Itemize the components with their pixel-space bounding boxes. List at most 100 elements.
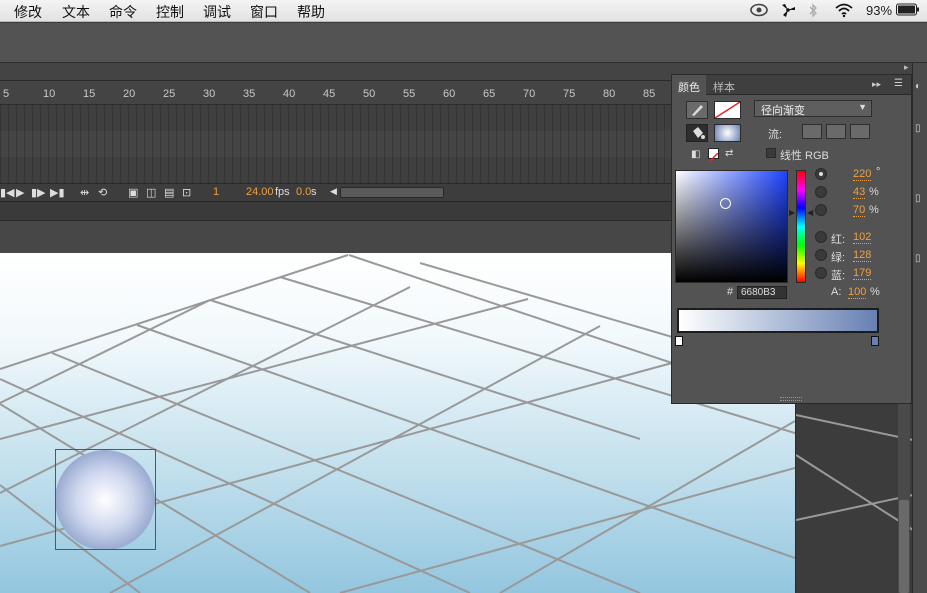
pasteboard-grid — [796, 414, 913, 531]
menu-help[interactable]: 帮助 — [297, 2, 325, 22]
hex-input[interactable]: 6680B3 — [737, 286, 787, 299]
fps-value[interactable]: 24.00 — [246, 186, 274, 198]
grid-line — [0, 254, 349, 370]
tab-color[interactable]: 颜色 — [672, 75, 706, 95]
center-frame-icon[interactable]: ⇹ — [80, 186, 89, 199]
time-unit: s — [311, 186, 317, 198]
grid-line — [796, 454, 913, 531]
scroll-left-icon[interactable]: ◀ — [330, 186, 337, 197]
pencil-icon[interactable] — [686, 101, 708, 119]
grid-line — [796, 414, 913, 441]
menu-window[interactable]: 窗口 — [250, 2, 278, 22]
tab-swatches[interactable]: 样本 — [707, 75, 741, 95]
frame-number: 55 — [403, 88, 416, 100]
color-field[interactable] — [675, 170, 788, 283]
menu-text[interactable]: 文本 — [62, 2, 90, 22]
wifi-icon[interactable] — [834, 3, 854, 21]
menu-debug[interactable]: 调试 — [203, 2, 231, 22]
panel-menu-icon[interactable]: ▸ — [904, 62, 909, 73]
flow-repeat-button[interactable] — [850, 124, 870, 139]
panel-icon[interactable]: ▯ — [915, 253, 921, 264]
loop-icon[interactable]: ⟲ — [98, 186, 107, 199]
menu-modify[interactable]: 修改 — [14, 2, 42, 22]
red-radio[interactable] — [815, 231, 827, 243]
frame-number: 15 — [83, 88, 96, 100]
alpha-value[interactable]: 100 — [848, 286, 867, 299]
green-value[interactable]: 128 — [853, 249, 872, 262]
panel-resize-grip[interactable] — [780, 397, 802, 401]
saturation-radio[interactable] — [815, 186, 827, 198]
green-radio[interactable] — [815, 249, 827, 261]
fill-color-swatch[interactable] — [714, 124, 741, 142]
gradient-stop-end[interactable] — [871, 336, 879, 346]
grid-line — [339, 467, 795, 593]
brightness-unit: % — [869, 204, 879, 216]
blue-radio[interactable] — [815, 267, 827, 279]
menu-commands[interactable]: 命令 — [109, 2, 137, 22]
first-frame-icon[interactable]: ▮◀ — [0, 186, 15, 199]
gradient-bar[interactable] — [677, 308, 879, 333]
frame-number: 30 — [203, 88, 216, 100]
timeline-scrollbar[interactable] — [340, 187, 444, 198]
onion-outline-icon[interactable]: ◫ — [146, 186, 156, 199]
flow-reflect-button[interactable] — [826, 124, 846, 139]
no-color-icon[interactable] — [708, 148, 719, 163]
timeline-frames[interactable] — [0, 105, 671, 183]
swap-colors-icon[interactable]: ⇄ — [725, 148, 733, 159]
pasteboard-right — [795, 400, 913, 593]
paint-bucket-icon[interactable] — [686, 124, 708, 142]
linear-rgb-checkbox[interactable] — [766, 148, 776, 158]
panel-icon[interactable]: ◐ — [915, 81, 921, 92]
default-colors-icon[interactable]: ◧ — [691, 149, 700, 160]
panel-icon[interactable]: ▯ — [915, 123, 921, 134]
hue-value[interactable]: 220 — [853, 168, 872, 181]
grid-line — [109, 325, 601, 593]
stroke-color-swatch[interactable] — [714, 101, 741, 119]
frame-ruler[interactable]: 5 10 15 20 25 30 35 40 45 50 55 60 65 70 75 80 85 — [0, 81, 671, 105]
blue-value[interactable]: 179 — [853, 267, 872, 280]
bluetooth-icon[interactable] — [808, 3, 818, 21]
collapse-icon[interactable]: ▸▸ — [872, 79, 881, 90]
hue-slider[interactable] — [796, 170, 806, 283]
red-value[interactable]: 102 — [853, 231, 872, 244]
onion-skin-icon[interactable]: ▣ — [128, 186, 138, 199]
fill-type-select[interactable]: 径向渐变 ▼ — [754, 100, 872, 117]
creative-cloud-icon[interactable] — [750, 3, 768, 20]
gradient-stop-start[interactable] — [675, 336, 683, 346]
step-forward-icon[interactable]: ▮▶ — [31, 186, 46, 199]
current-frame[interactable]: 1 — [213, 186, 219, 198]
fan-icon[interactable] — [779, 3, 797, 21]
flow-extend-button[interactable] — [802, 124, 822, 139]
red-label: 红: — [831, 234, 846, 246]
frame-number: 60 — [443, 88, 456, 100]
frame-number: 25 — [163, 88, 176, 100]
scroll-thumb[interactable] — [899, 500, 909, 593]
battery-percent: 93% — [866, 3, 893, 18]
panel-icon[interactable]: ▯ — [915, 193, 921, 204]
battery-icon[interactable] — [896, 3, 920, 19]
blue-label: 蓝: — [831, 270, 846, 282]
hue-radio[interactable] — [815, 168, 827, 180]
panel-divider — [0, 201, 671, 221]
hue-marker-left[interactable]: ▶ — [789, 208, 795, 217]
time-value[interactable]: 0.0 — [296, 186, 311, 198]
color-panel-tabs: 颜色 样本 ▸▸ ☰ — [672, 75, 911, 95]
grid-line — [796, 494, 913, 521]
play-icon[interactable]: ▶ — [16, 186, 24, 199]
linear-rgb-label: 线性 RGB — [780, 150, 829, 162]
onion-markers-icon[interactable]: ⊡ — [182, 186, 191, 199]
brightness-radio[interactable] — [815, 204, 827, 216]
brightness-value[interactable]: 70 — [853, 204, 866, 217]
menu-control[interactable]: 控制 — [156, 2, 184, 22]
timeline-panel: 5 10 15 20 25 30 35 40 45 50 55 60 65 70 75 80 85 ▮◀ ▶ ▮… — [0, 81, 671, 201]
edit-multiple-icon[interactable]: ▤ — [164, 186, 174, 199]
saturation-value[interactable]: 43 — [853, 186, 866, 199]
hex-label: # — [727, 286, 734, 298]
color-picker-marker[interactable] — [720, 198, 731, 209]
panel-options-icon[interactable]: ☰ — [894, 78, 903, 89]
last-frame-icon[interactable]: ▶▮ — [50, 186, 65, 199]
stage-vertical-scrollbar[interactable] — [898, 400, 910, 593]
hue-marker-right[interactable]: ◀ — [807, 208, 813, 217]
chevron-down-icon: ▼ — [858, 102, 867, 112]
frame-number: 45 — [323, 88, 336, 100]
